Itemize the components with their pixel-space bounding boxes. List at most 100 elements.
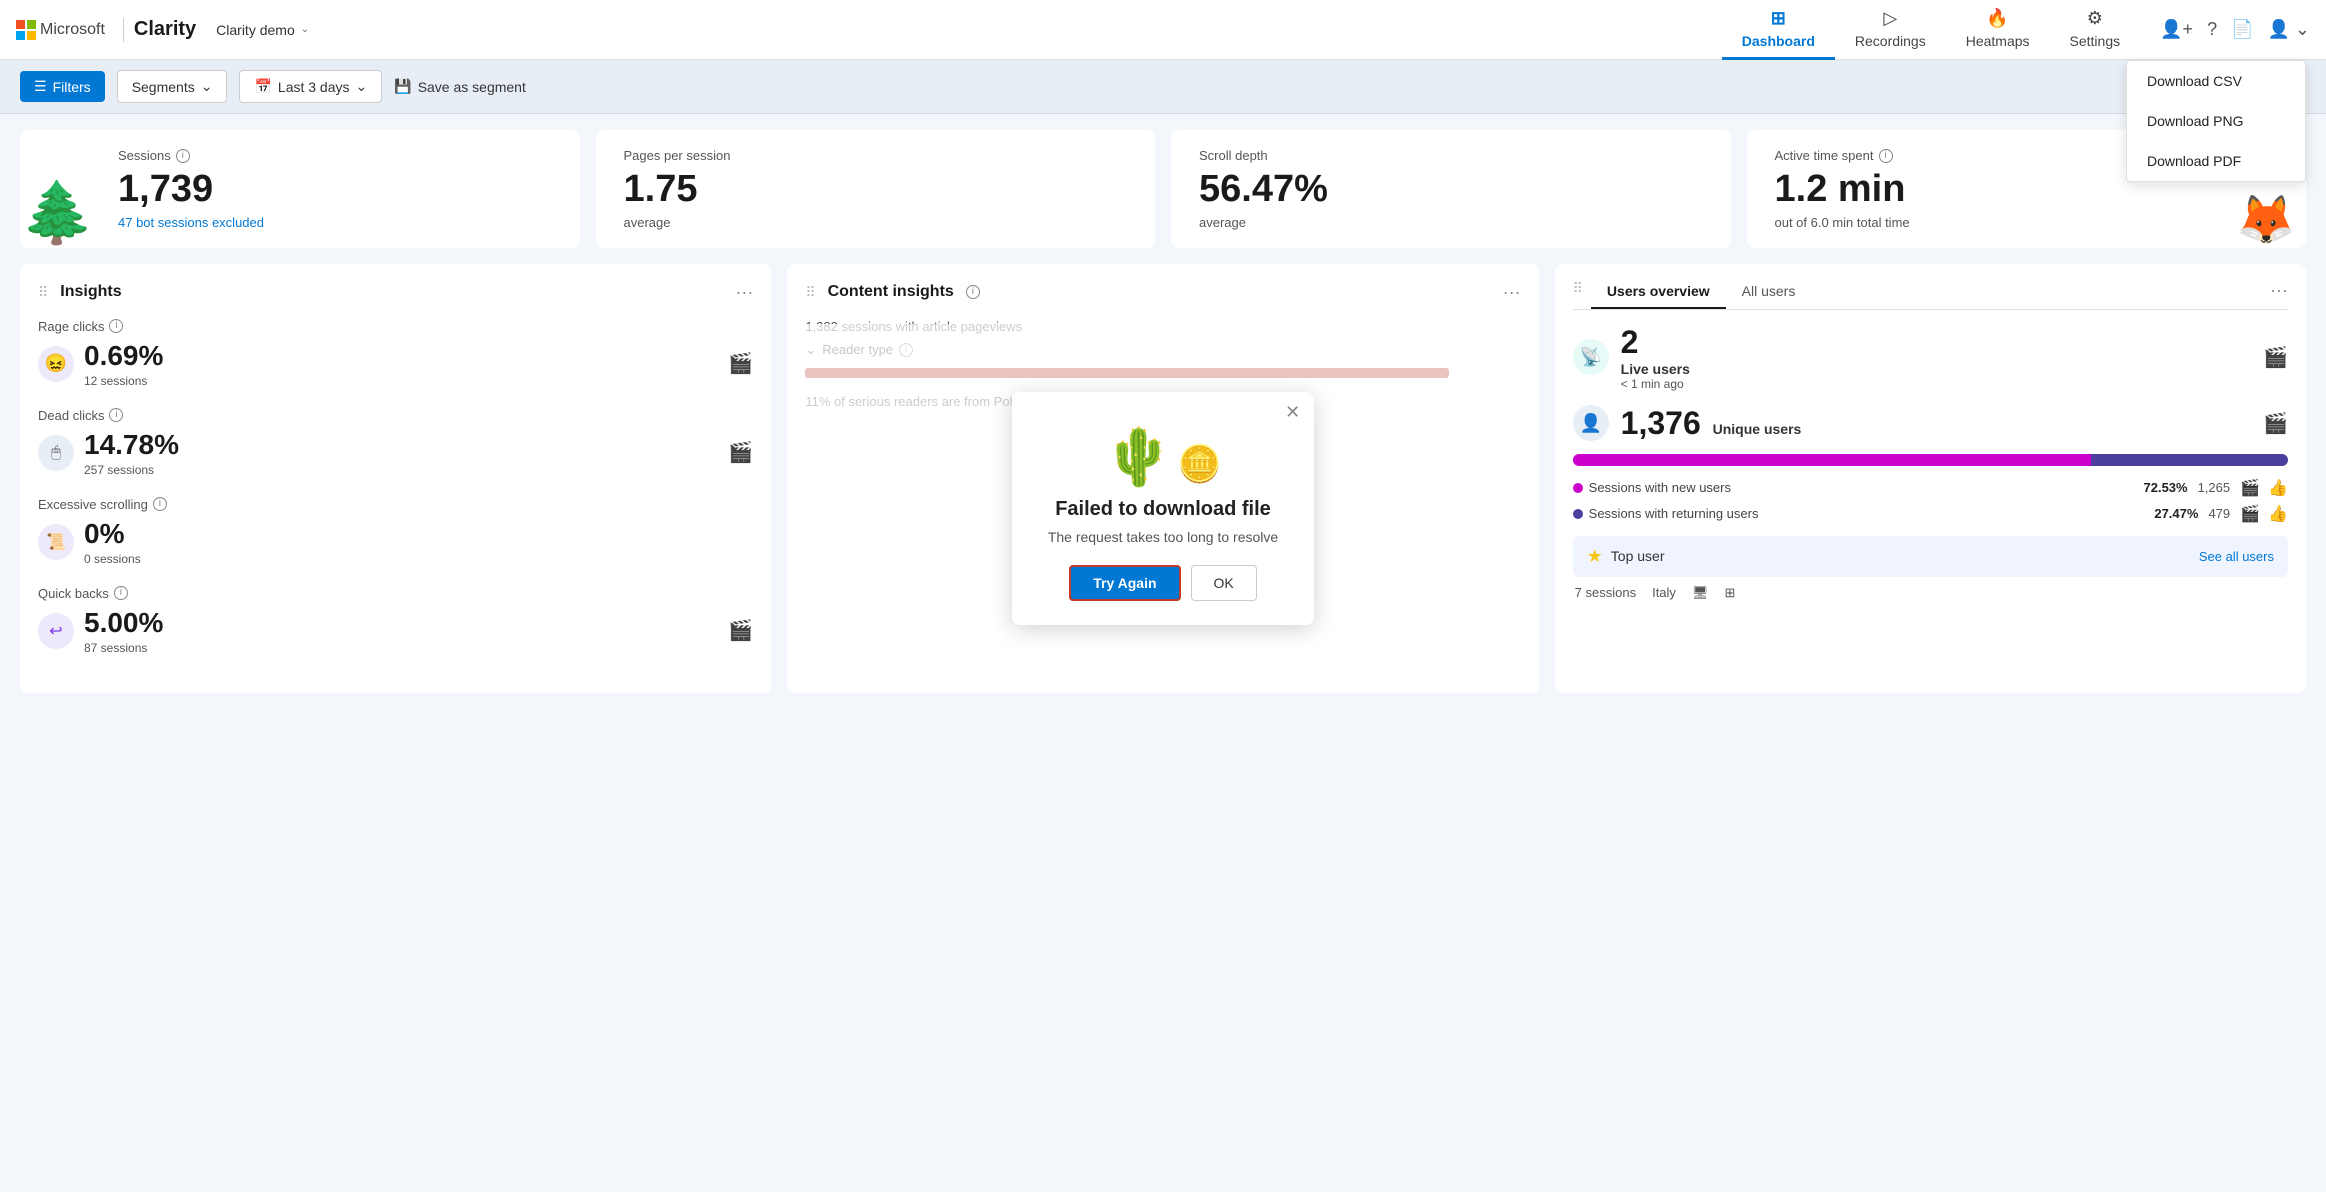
active-time-sub: out of 6.0 min total time xyxy=(1775,215,2279,230)
dead-clicks-video-icon[interactable]: 🎬 xyxy=(728,440,753,465)
live-users-value: 2 xyxy=(1621,324,1690,361)
save-segment-button[interactable]: 💾 Save as segment xyxy=(394,78,526,95)
dead-clicks-label: Dead clicks xyxy=(38,408,104,423)
dialog-overlay: ✕ 🌵 🪙 Failed to download file The reques… xyxy=(787,324,1538,693)
settings-icon: ⚙ xyxy=(2087,8,2103,29)
lastdays-button[interactable]: 📅 Last 3 days ⌄ xyxy=(239,70,382,103)
users-drag-handle[interactable]: ⠿ xyxy=(1573,264,1587,309)
download-pdf-item[interactable]: Download PDF xyxy=(2127,141,2305,181)
ms-brand-label: Microsoft xyxy=(40,21,105,39)
download-csv-item[interactable]: Download CSV xyxy=(2127,61,2305,101)
dead-clicks-icon: 🖱 xyxy=(38,435,74,471)
scroll-value: 56.47% xyxy=(1199,169,1703,211)
dialog-close-button[interactable]: ✕ xyxy=(1285,402,1300,423)
tab-heatmaps[interactable]: 🔥 Heatmaps xyxy=(1946,0,2050,60)
new-returning-bar xyxy=(1573,454,2288,466)
tab-recordings-label: Recordings xyxy=(1855,33,1926,49)
top-user-detail-row: 7 sessions Italy 🖥 ⊞ xyxy=(1573,585,2288,601)
unique-users-value: 1,376 xyxy=(1621,405,1701,441)
download-png-item[interactable]: Download PNG xyxy=(2127,101,2305,141)
pages-label: Pages per session xyxy=(624,148,1128,163)
rage-clicks-value: 0.69% xyxy=(84,340,163,372)
share-icon[interactable]: 👤+ xyxy=(2160,19,2193,40)
tab-all-users[interactable]: All users xyxy=(1726,275,1812,309)
content-insights-more-icon[interactable]: ··· xyxy=(1503,282,1521,303)
star-icon: ★ xyxy=(1587,546,1603,567)
new-users-legend-row: Sessions with new users 72.53% 1,265 🎬 👍 xyxy=(1573,478,2288,498)
unique-users-video-icon[interactable]: 🎬 xyxy=(2263,411,2288,436)
tab-recordings[interactable]: ▷ Recordings xyxy=(1835,0,1946,60)
sessions-value: 1,739 xyxy=(118,169,552,211)
help-icon[interactable]: ? xyxy=(2207,19,2217,40)
microsoft-logo: Microsoft xyxy=(16,20,105,40)
sessions-label: Sessions i xyxy=(118,148,552,163)
stat-sessions: 🌲 Sessions i 1,739 47 bot sessions exclu… xyxy=(20,130,580,248)
rage-clicks-video-icon[interactable]: 🎬 xyxy=(728,351,753,376)
download-dropdown-menu: Download CSV Download PNG Download PDF xyxy=(2126,60,2306,182)
segments-button[interactable]: Segments ⌄ xyxy=(117,70,228,103)
sessions-info-icon[interactable]: i xyxy=(176,149,190,163)
account-icon[interactable]: 👤 ⌄ xyxy=(2268,19,2311,40)
insights-drag-handle[interactable]: ⠿ xyxy=(38,284,48,301)
new-users-count: 1,265 xyxy=(2198,480,2231,495)
returning-users-dot xyxy=(1573,509,1583,519)
users-more-icon[interactable]: ··· xyxy=(2270,280,2288,309)
stats-row: 🌲 Sessions i 1,739 47 bot sessions exclu… xyxy=(0,114,2326,248)
users-overview-panel: ⠿ Users overview All users ··· 📡 2 Live … xyxy=(1555,264,2306,693)
top-user-bar: ★ Top user See all users xyxy=(1573,536,2288,577)
try-again-button[interactable]: Try Again xyxy=(1069,565,1180,601)
returning-users-video-icon[interactable]: 🎬 xyxy=(2240,504,2260,524)
dead-clicks-info-icon[interactable]: i xyxy=(109,408,123,422)
returning-users-count: 479 xyxy=(2208,506,2230,521)
dialog-buttons: Try Again OK xyxy=(1048,565,1278,601)
project-selector[interactable]: Clarity demo ⌄ xyxy=(216,22,309,38)
lastdays-label: Last 3 days xyxy=(278,79,350,95)
tab-settings[interactable]: ⚙ Settings xyxy=(2050,0,2141,60)
content-insights-info-icon[interactable]: i xyxy=(966,285,980,299)
excessive-scrolling-value: 0% xyxy=(84,518,141,550)
live-users-video-icon[interactable]: 🎬 xyxy=(2263,345,2288,370)
excessive-scrolling-icon: 📜 xyxy=(38,524,74,560)
users-panel-header: ⠿ Users overview All users ··· xyxy=(1573,264,2288,310)
live-users-label: Live users xyxy=(1621,361,1690,377)
tab-dashboard-label: Dashboard xyxy=(1742,33,1815,49)
live-users-icon: 📡 xyxy=(1573,339,1609,375)
quick-backs-info-icon[interactable]: i xyxy=(114,586,128,600)
ok-button[interactable]: OK xyxy=(1191,565,1257,601)
filters-button[interactable]: ☰ Filters xyxy=(20,71,105,102)
active-time-info-icon[interactable]: i xyxy=(1879,149,1893,163)
nav-right: 👤+ ? 📄 👤 ⌄ xyxy=(2160,19,2310,40)
returning-users-thumb-icon[interactable]: 👍 xyxy=(2268,504,2288,524)
returning-users-legend-row: Sessions with returning users 27.47% 479… xyxy=(1573,504,2288,524)
dashboard-icon: ⊞ xyxy=(1771,8,1786,29)
see-all-users-link[interactable]: See all users xyxy=(2199,549,2274,564)
docs-icon[interactable]: 📄 xyxy=(2231,19,2253,40)
insights-more-icon[interactable]: ··· xyxy=(735,282,753,303)
quick-backs-icon: ↩ xyxy=(38,613,74,649)
content-insights-drag-handle[interactable]: ⠿ xyxy=(805,284,815,301)
quick-backs-video-icon[interactable]: 🎬 xyxy=(728,618,753,643)
tab-dashboard[interactable]: ⊞ Dashboard xyxy=(1722,0,1835,60)
dialog-title: Failed to download file xyxy=(1048,498,1278,521)
content-insights-title: Content insights xyxy=(828,283,954,301)
pages-sub: average xyxy=(624,215,1128,230)
new-users-thumb-icon[interactable]: 👍 xyxy=(2268,478,2288,498)
unique-users-icon: 👤 xyxy=(1573,405,1609,441)
rage-clicks-info-icon[interactable]: i xyxy=(109,319,123,333)
new-users-video-icon[interactable]: 🎬 xyxy=(2240,478,2260,498)
coin-icon: 🪙 xyxy=(1177,443,1222,485)
clarity-logo: Clarity xyxy=(134,18,196,41)
top-user-action-icon[interactable]: ⊞ xyxy=(1724,585,1735,601)
top-user-label: Top user xyxy=(1611,548,2199,564)
sessions-sub: 47 bot sessions excluded xyxy=(118,215,552,230)
insights-panel-header: ⠿ Insights ··· xyxy=(38,282,753,303)
filters-label: Filters xyxy=(53,79,91,95)
dialog-subtitle: The request takes too long to resolve xyxy=(1048,529,1278,545)
rage-clicks-item: Rage clicks i 😖 0.69% 12 sessions 🎬 xyxy=(38,319,753,388)
returning-users-pct: 27.47% xyxy=(2154,506,2198,521)
excessive-scrolling-info-icon[interactable]: i xyxy=(153,497,167,511)
quick-backs-label: Quick backs xyxy=(38,586,109,601)
new-users-bar-segment xyxy=(1573,454,2092,466)
tab-users-overview[interactable]: Users overview xyxy=(1591,275,1726,309)
toolbar: ☰ Filters Segments ⌄ 📅 Last 3 days ⌄ 💾 S… xyxy=(0,60,2326,114)
